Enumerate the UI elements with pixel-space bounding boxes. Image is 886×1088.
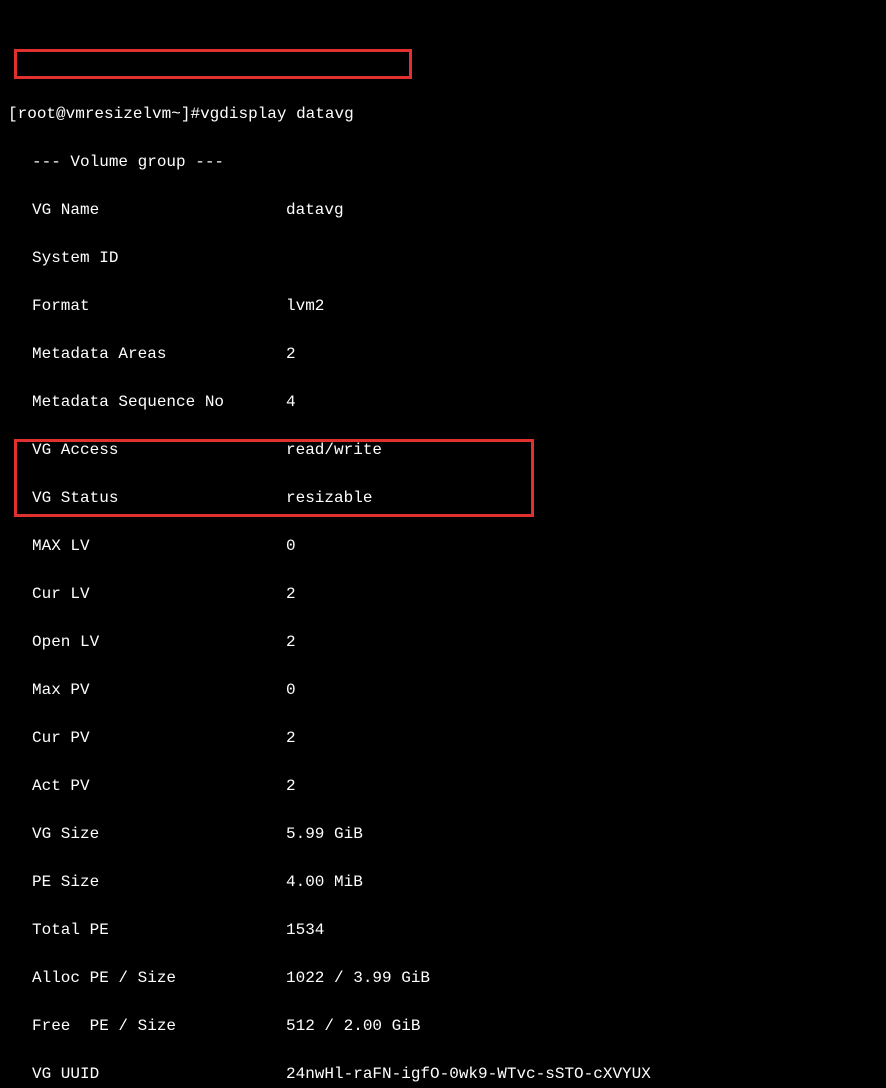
total-pe-row: Total PE1534 — [8, 918, 878, 942]
cur-pv-value: 2 — [286, 726, 878, 750]
act-pv-value: 2 — [286, 774, 878, 798]
format-row: Formatlvm2 — [8, 294, 878, 318]
alloc-pe-value: 1022 / 3.99 GiB — [286, 966, 878, 990]
open-lv-value: 2 — [286, 630, 878, 654]
free-pe-row: Free PE / Size512 / 2.00 GiB — [8, 1014, 878, 1038]
pe-size-label: PE Size — [32, 870, 286, 894]
cur-lv-value: 2 — [286, 582, 878, 606]
metadata-areas-label: Metadata Areas — [32, 342, 286, 366]
free-pe-label: Free PE / Size — [32, 1014, 286, 1038]
highlight-pe-sizes — [14, 439, 534, 517]
cur-pv-row: Cur PV2 — [8, 726, 878, 750]
act-pv-label: Act PV — [32, 774, 286, 798]
format-label: Format — [32, 294, 286, 318]
open-lv-row: Open LV2 — [8, 630, 878, 654]
prompt-user-host: root@vmresizelvm — [18, 102, 172, 126]
vg-name-row: VG Namedatavg — [8, 198, 878, 222]
vg-size-label: VG Size — [32, 822, 286, 846]
max-lv-value: 0 — [286, 534, 878, 558]
metadata-seq-label: Metadata Sequence No — [32, 390, 286, 414]
pe-size-value: 4.00 MiB — [286, 870, 878, 894]
max-pv-row: Max PV0 — [8, 678, 878, 702]
vg-size-row: VG Size5.99 GiB — [8, 822, 878, 846]
metadata-seq-value: 4 — [286, 390, 878, 414]
vg-size-value: 5.99 GiB — [286, 822, 878, 846]
alloc-pe-row: Alloc PE / Size1022 / 3.99 GiB — [8, 966, 878, 990]
metadata-areas-value: 2 — [286, 342, 878, 366]
command-text: vgdisplay datavg — [200, 102, 354, 126]
max-lv-label: MAX LV — [32, 534, 286, 558]
system-id-value — [286, 246, 878, 270]
open-lv-label: Open LV — [32, 630, 286, 654]
highlight-vg-name — [14, 49, 412, 79]
max-pv-label: Max PV — [32, 678, 286, 702]
vg-uuid-label: VG UUID — [32, 1062, 286, 1086]
vg-name-value: datavg — [286, 198, 878, 222]
act-pv-row: Act PV2 — [8, 774, 878, 798]
metadata-seq-row: Metadata Sequence No4 — [8, 390, 878, 414]
pe-size-row: PE Size4.00 MiB — [8, 870, 878, 894]
max-pv-value: 0 — [286, 678, 878, 702]
cur-lv-label: Cur LV — [32, 582, 286, 606]
cur-lv-row: Cur LV2 — [8, 582, 878, 606]
system-id-row: System ID — [8, 246, 878, 270]
section-header: --- Volume group --- — [32, 150, 224, 174]
vg-uuid-row: VG UUID24nwHl-raFN-igfO-0wk9-WTvc-sSTO-c… — [8, 1062, 878, 1086]
command-prompt-line: [root@vmresizelvm ~]# vgdisplay datavg — [8, 102, 878, 126]
prompt-open-bracket: [ — [8, 102, 18, 126]
alloc-pe-label: Alloc PE / Size — [32, 966, 286, 990]
section-header-line: --- Volume group --- — [8, 150, 878, 174]
metadata-areas-row: Metadata Areas2 — [8, 342, 878, 366]
total-pe-value: 1534 — [286, 918, 878, 942]
vg-name-label: VG Name — [32, 198, 286, 222]
vg-uuid-value: 24nwHl-raFN-igfO-0wk9-WTvc-sSTO-cXVYUX — [286, 1062, 878, 1086]
prompt-symbol: # — [190, 102, 200, 126]
cur-pv-label: Cur PV — [32, 726, 286, 750]
total-pe-label: Total PE — [32, 918, 286, 942]
prompt-path: ~ — [171, 102, 181, 126]
system-id-label: System ID — [32, 246, 286, 270]
free-pe-value: 512 / 2.00 GiB — [286, 1014, 878, 1038]
prompt-close-bracket: ] — [181, 102, 191, 126]
max-lv-row: MAX LV0 — [8, 534, 878, 558]
format-value: lvm2 — [286, 294, 878, 318]
